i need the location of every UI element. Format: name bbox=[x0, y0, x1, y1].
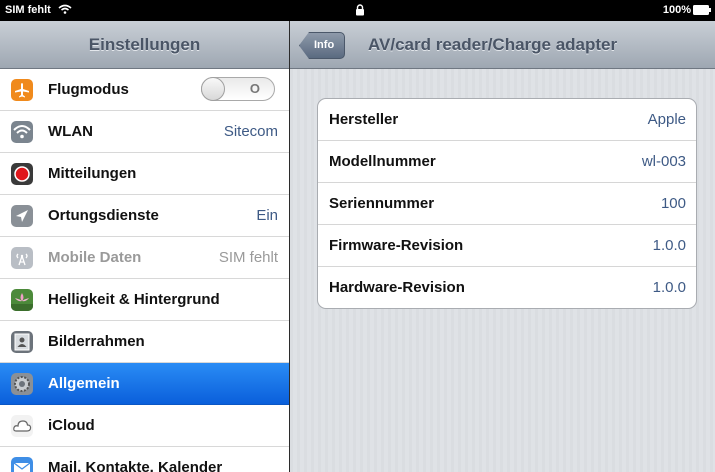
sidebar-item-label: Mobile Daten bbox=[48, 249, 142, 266]
notifications-icon bbox=[11, 163, 33, 185]
info-row-hersteller: Hersteller Apple bbox=[318, 99, 696, 141]
info-row-modellnummer: Modellnummer wl-003 bbox=[318, 141, 696, 183]
sidebar-item-label: Bilderrahmen bbox=[48, 333, 145, 350]
carrier-status: SIM fehlt bbox=[5, 4, 72, 16]
mail-icon bbox=[11, 457, 33, 472]
cloud-icon bbox=[11, 415, 33, 437]
sidebar-item-label: iCloud bbox=[48, 417, 95, 434]
location-icon bbox=[11, 205, 33, 227]
battery-percent: 100% bbox=[662, 4, 691, 16]
sidebar-item-bilderrahmen[interactable]: Bilderrahmen bbox=[0, 321, 289, 363]
settings-menu: Flugmodus O WLAN Sitecom Mitteilungen Or… bbox=[0, 69, 289, 472]
settings-sidebar: Einstellungen Flugmodus O WLAN Sitecom M… bbox=[0, 21, 289, 472]
toggle-knob bbox=[201, 77, 225, 101]
info-value: Apple bbox=[647, 111, 686, 128]
sidebar-item-mitteilungen[interactable]: Mitteilungen bbox=[0, 153, 289, 195]
info-value: 1.0.0 bbox=[652, 279, 686, 296]
sidebar-item-label: Mitteilungen bbox=[48, 165, 137, 182]
sidebar-item-label: WLAN bbox=[48, 123, 93, 140]
gear-icon bbox=[11, 373, 33, 395]
mobile-data-value: SIM fehlt bbox=[218, 249, 278, 266]
info-label: Hardware-Revision bbox=[329, 279, 465, 296]
info-label: Seriennummer bbox=[329, 195, 435, 212]
sidebar-item-label: Mail, Kontakte, Kalender bbox=[48, 459, 223, 472]
info-value: 100 bbox=[660, 195, 686, 212]
picture-frame-icon bbox=[11, 331, 33, 353]
sidebar-item-label: Allgemein bbox=[48, 375, 120, 392]
info-value: wl-003 bbox=[641, 153, 686, 170]
toggle-off-label: O bbox=[249, 81, 260, 96]
battery-icon bbox=[693, 5, 711, 15]
lock-icon bbox=[356, 4, 364, 16]
detail-pane: Info AV/card reader/Charge adapter Herst… bbox=[290, 21, 715, 472]
cellular-icon bbox=[11, 247, 33, 269]
sidebar-item-mobile-daten[interactable]: Mobile Daten SIM fehlt bbox=[0, 237, 289, 279]
sidebar-item-allgemein[interactable]: Allgemein bbox=[0, 363, 289, 405]
sidebar-item-icloud[interactable]: iCloud bbox=[0, 405, 289, 447]
status-bar: SIM fehlt 100% bbox=[0, 0, 715, 21]
detail-title: AV/card reader/Charge adapter bbox=[368, 35, 618, 54]
airplane-icon bbox=[11, 79, 33, 101]
sidebar-item-label: Ortungsdienste bbox=[48, 207, 159, 224]
info-label: Modellnummer bbox=[329, 153, 436, 170]
sidebar-item-mail[interactable]: Mail, Kontakte, Kalender bbox=[0, 447, 289, 472]
sidebar-title: Einstellungen bbox=[0, 21, 289, 69]
back-button[interactable]: Info bbox=[299, 32, 346, 59]
sidebar-item-flugmodus[interactable]: Flugmodus O bbox=[0, 69, 289, 111]
sidebar-item-label: Helligkeit & Hintergrund bbox=[48, 291, 220, 308]
sidebar-item-label: Flugmodus bbox=[48, 81, 129, 98]
info-label: Hersteller bbox=[329, 111, 399, 128]
sidebar-item-ortungsdienste[interactable]: Ortungsdienste Ein bbox=[0, 195, 289, 237]
info-row-seriennummer: Seriennummer 100 bbox=[318, 183, 696, 225]
sidebar-item-wlan[interactable]: WLAN Sitecom bbox=[0, 111, 289, 153]
device-info-table: Hersteller Apple Modellnummer wl-003 Ser… bbox=[317, 98, 697, 309]
wifi-settings-icon bbox=[11, 121, 33, 143]
airplane-mode-toggle[interactable]: O bbox=[201, 77, 275, 101]
wifi-icon bbox=[58, 4, 72, 14]
brightness-wallpaper-icon bbox=[11, 289, 33, 311]
info-label: Firmware-Revision bbox=[329, 237, 464, 254]
sidebar-item-helligkeit[interactable]: Helligkeit & Hintergrund bbox=[0, 279, 289, 321]
info-value: 1.0.0 bbox=[652, 237, 686, 254]
info-row-firmware: Firmware-Revision 1.0.0 bbox=[318, 225, 696, 267]
wlan-value: Sitecom bbox=[223, 123, 278, 140]
location-value: Ein bbox=[256, 207, 278, 224]
info-row-hardware: Hardware-Revision 1.0.0 bbox=[318, 267, 696, 308]
carrier-text: SIM fehlt bbox=[5, 4, 51, 16]
detail-header: Info AV/card reader/Charge adapter bbox=[290, 21, 715, 69]
